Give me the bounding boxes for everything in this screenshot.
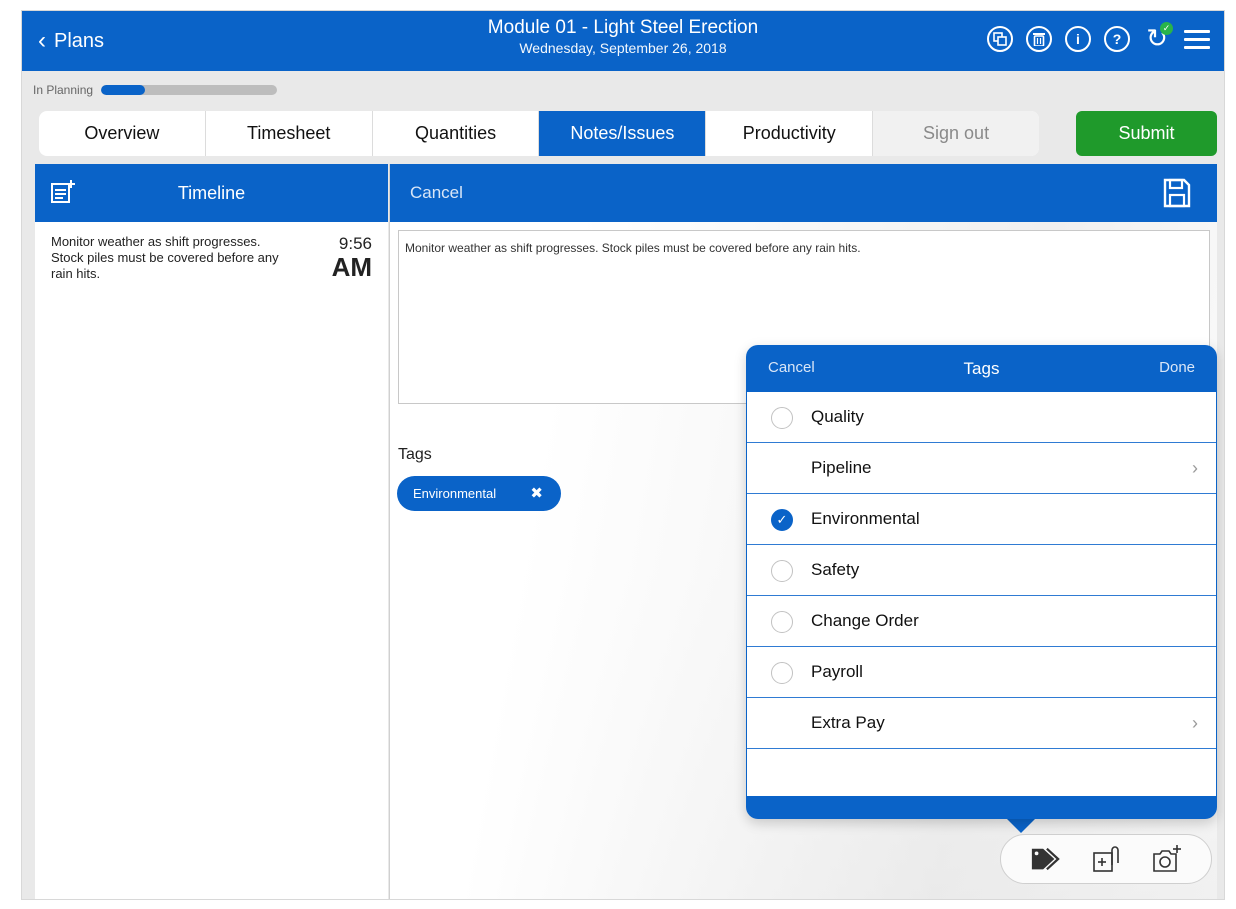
app-frame: ‹ Plans Module 01 - Light Steel Erection… — [21, 10, 1225, 900]
tag-icon[interactable] — [1030, 844, 1061, 874]
attachment-toolbar — [1000, 834, 1212, 884]
status-label: In Planning — [33, 83, 94, 97]
radio-unchecked-icon — [771, 407, 793, 429]
info-icon[interactable]: i — [1065, 26, 1091, 52]
tag-option-label: Environmental — [811, 509, 920, 528]
timeline-title: Timeline — [177, 182, 246, 203]
tag-list: Quality Pipeline › ✓ Environmental Safet… — [747, 392, 1216, 796]
remove-tag-icon[interactable]: ✖ — [530, 484, 543, 502]
status-progress-bar — [101, 85, 278, 95]
popover-header: Cancel Tags Done — [746, 345, 1217, 392]
chevron-right-icon: › — [1192, 713, 1198, 733]
popover-done-button[interactable]: Done — [1159, 359, 1195, 376]
tag-chip-environmental[interactable]: Environmental ✖ — [397, 476, 561, 511]
editor-header: Cancel — [390, 164, 1217, 222]
tag-option-label: Payroll — [811, 662, 863, 681]
plan-status: In Planning — [33, 83, 278, 97]
chevron-left-icon: ‹ — [38, 27, 46, 54]
entry-time-ampm: AM — [331, 252, 372, 282]
timeline-panel: Timeline Monitor weather as shift progre… — [35, 164, 388, 899]
tag-option-environmental[interactable]: ✓ Environmental — [747, 494, 1216, 545]
top-bar: ‹ Plans Module 01 - Light Steel Erection… — [22, 11, 1224, 71]
tab-quantities[interactable]: Quantities — [373, 111, 540, 156]
tag-option-label: Quality — [811, 407, 864, 426]
tab-notes-issues[interactable]: Notes/Issues — [539, 111, 707, 156]
tab-timesheet[interactable]: Timesheet — [206, 111, 373, 156]
tag-option-label: Extra Pay — [811, 713, 885, 732]
tag-option-change-order[interactable]: Change Order — [747, 596, 1216, 647]
popover-cancel-button[interactable]: Cancel — [768, 359, 815, 376]
radio-unchecked-icon — [771, 611, 793, 633]
save-icon[interactable] — [1163, 178, 1191, 208]
header-actions: i ? ↻ ✓ — [987, 22, 1210, 53]
cancel-button[interactable]: Cancel — [410, 183, 463, 203]
tag-option-safety[interactable]: Safety — [747, 545, 1216, 596]
add-photo-icon[interactable] — [1152, 844, 1182, 874]
tag-option-quality[interactable]: Quality — [747, 392, 1216, 443]
progress-fill — [101, 85, 146, 95]
timeline-entry[interactable]: Monitor weather as shift progresses. Sto… — [35, 222, 388, 282]
tag-option-label: Change Order — [811, 611, 919, 630]
tags-popover: Cancel Tags Done Quality Pipeline › ✓ En… — [746, 345, 1217, 819]
check-badge-icon: ✓ — [1160, 22, 1173, 35]
radio-unchecked-icon — [771, 560, 793, 582]
popover-title: Tags — [963, 358, 1000, 378]
menu-icon[interactable] — [1184, 29, 1210, 49]
attach-file-icon[interactable] — [1091, 844, 1121, 874]
tag-group-extra-pay[interactable]: Extra Pay › — [747, 698, 1216, 749]
tag-chip-label: Environmental — [413, 486, 497, 501]
tags-label: Tags — [398, 446, 432, 463]
tab-productivity[interactable]: Productivity — [706, 111, 874, 156]
entry-time: 9:56 AM — [291, 234, 372, 282]
radio-checked-icon: ✓ — [771, 509, 793, 531]
tab-overview[interactable]: Overview — [39, 111, 206, 156]
add-note-icon[interactable] — [51, 180, 75, 204]
tag-option-label: Pipeline — [811, 458, 872, 477]
empty-row — [747, 749, 1216, 800]
tab-bar: Overview Timesheet Quantities Notes/Issu… — [39, 111, 1039, 156]
tag-group-pipeline[interactable]: Pipeline › — [747, 443, 1216, 494]
tag-option-payroll[interactable]: Payroll — [747, 647, 1216, 698]
copy-icon[interactable] — [987, 26, 1013, 52]
sync-icon[interactable]: ↻ ✓ — [1143, 22, 1173, 53]
tag-option-label: Safety — [811, 560, 860, 579]
timeline-header: Timeline — [35, 164, 388, 222]
chevron-right-icon: › — [1192, 458, 1198, 478]
trash-icon[interactable] — [1026, 26, 1052, 52]
entry-time-hm: 9:56 — [338, 234, 372, 253]
radio-unchecked-icon — [771, 662, 793, 684]
back-label: Plans — [54, 29, 105, 52]
back-button[interactable]: ‹ Plans — [38, 29, 104, 53]
help-icon[interactable]: ? — [1104, 26, 1130, 52]
submit-button[interactable]: Submit — [1076, 111, 1217, 156]
entry-text: Monitor weather as shift progresses. Sto… — [51, 234, 279, 281]
tab-sign-out[interactable]: Sign out — [873, 111, 1039, 156]
popover-arrow — [1005, 817, 1037, 833]
